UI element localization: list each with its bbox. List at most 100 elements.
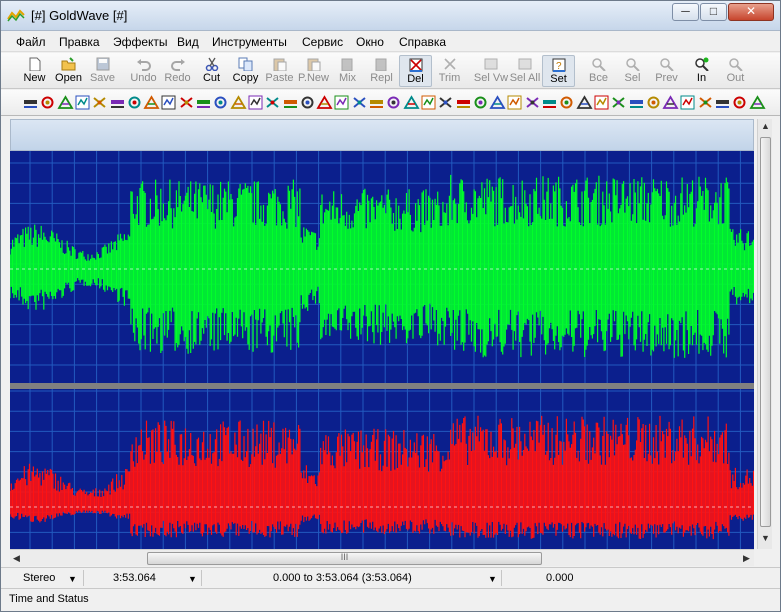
fade-out-icon[interactable] — [126, 94, 143, 111]
spectrum-filter-icon[interactable] — [368, 94, 385, 111]
playback-rate-icon[interactable] — [282, 94, 299, 111]
toolbar-button-label: Paste — [265, 72, 294, 84]
marker-icon[interactable] — [645, 94, 662, 111]
menu-help[interactable]: Справка — [399, 35, 446, 49]
channels-status[interactable]: Stereo — [23, 572, 55, 584]
pop-click-icon[interactable] — [506, 94, 523, 111]
toolbar-sel-vw-button[interactable]: Sel Vw — [473, 55, 509, 87]
selection-dropdown-icon[interactable]: ▼ — [488, 574, 497, 584]
horizontal-scrollbar[interactable]: ◀ III ▶ — [10, 549, 754, 566]
toolbar-paste-button[interactable]: Paste — [263, 55, 296, 87]
interpolate-icon[interactable] — [178, 94, 195, 111]
toolbar-все-button[interactable]: Все — [582, 55, 615, 87]
stereo-icon[interactable] — [679, 94, 696, 111]
scroll-up-arrow[interactable]: ▲ — [761, 121, 770, 131]
cue-icon[interactable] — [628, 94, 645, 111]
overview-bar[interactable] — [10, 119, 754, 151]
menu-edit[interactable]: Правка — [59, 35, 100, 49]
filter-icon[interactable] — [143, 94, 160, 111]
toolbar-redo-button[interactable]: Redo — [161, 55, 194, 87]
envelope-icon[interactable] — [74, 94, 91, 111]
minimize-button[interactable]: ─ — [672, 3, 699, 21]
play-hz-icon[interactable] — [749, 94, 766, 111]
menu-view[interactable]: Вид — [177, 35, 199, 49]
noise-reduction-icon[interactable] — [489, 94, 506, 111]
toolbar-sel-button[interactable]: Sel — [616, 55, 649, 87]
waveform-display[interactable] — [10, 151, 754, 549]
voice-icon[interactable] — [662, 94, 679, 111]
diamond-icon[interactable] — [731, 94, 748, 111]
toolbar-out-button[interactable]: Out — [719, 55, 752, 87]
reverb-icon[interactable] — [316, 94, 333, 111]
expand-icon[interactable] — [91, 94, 108, 111]
echo-icon[interactable] — [57, 94, 74, 111]
compressor-icon[interactable] — [455, 94, 472, 111]
invert-icon[interactable] — [195, 94, 212, 111]
reverse-icon[interactable] — [333, 94, 350, 111]
channel-mix-icon[interactable] — [524, 94, 541, 111]
equalizer-icon[interactable] — [472, 94, 489, 111]
menu-tools[interactable]: Инструменты — [212, 35, 287, 49]
scroll-down-arrow[interactable]: ▼ — [761, 533, 770, 543]
maximize-button[interactable]: □ — [700, 3, 727, 21]
length-status[interactable]: 3:53.064 — [113, 572, 156, 584]
horizontal-scroll-thumb[interactable]: III — [147, 552, 542, 565]
pan-icon[interactable] — [247, 94, 264, 111]
toolbar-copy-button[interactable]: Copy — [229, 55, 262, 87]
paste-new-icon — [307, 58, 320, 71]
toolbar-trim-button[interactable]: Trim — [433, 55, 466, 87]
menu-file[interactable]: Файл — [16, 35, 46, 49]
volume-change-icon[interactable] — [403, 94, 420, 111]
volume-shape-icon[interactable] — [420, 94, 437, 111]
toolbar-save-button[interactable]: Save — [86, 55, 119, 87]
close-button[interactable]: ✕ — [728, 3, 774, 21]
no-icon[interactable] — [714, 94, 731, 111]
toolbar-prev-button[interactable]: Prev — [650, 55, 683, 87]
mute-icon[interactable] — [541, 94, 558, 111]
menu-effects[interactable]: Эффекты — [113, 35, 168, 49]
offset-icon[interactable] — [230, 94, 247, 111]
vertical-scroll-thumb[interactable] — [760, 137, 771, 527]
toolbar-undo-button[interactable]: Undo — [127, 55, 160, 87]
trim-icon — [443, 58, 456, 70]
loop-icon[interactable] — [610, 94, 627, 111]
length-dropdown-icon[interactable]: ▼ — [188, 574, 197, 584]
channels-dropdown-icon[interactable]: ▼ — [68, 574, 77, 584]
title-bar[interactable]: [#] GoldWave [#] ─ □ ✕ — [1, 1, 780, 31]
channel-separator[interactable] — [10, 383, 754, 389]
position-status: 0.000 — [546, 572, 574, 584]
scroll-left-arrow[interactable]: ◀ — [13, 553, 20, 564]
time-warp-icon[interactable] — [385, 94, 402, 111]
toolbar-set-button[interactable]: ? Set — [542, 55, 575, 87]
maximize-icon[interactable] — [576, 94, 593, 111]
silence-icon[interactable] — [351, 94, 368, 111]
matcher-icon[interactable] — [558, 94, 575, 111]
vertical-scrollbar[interactable]: ▲ ▼ — [757, 119, 772, 549]
flanger-icon[interactable] — [160, 94, 177, 111]
scroll-right-arrow[interactable]: ▶ — [743, 553, 750, 564]
normalize-icon[interactable] — [593, 94, 610, 111]
toolbar-in-button[interactable]: In — [685, 55, 718, 87]
toolbar-mix-button[interactable]: Mix — [331, 55, 364, 87]
menu-window[interactable]: Окно — [356, 35, 384, 49]
toolbar-sel-all-button[interactable]: Sel All — [507, 55, 543, 87]
toolbar-new-button[interactable]: New — [18, 55, 51, 87]
menu-options[interactable]: Сервис — [302, 35, 343, 49]
dc-offset-icon[interactable] — [22, 94, 39, 111]
toolbar-open-button[interactable]: Open — [52, 55, 85, 87]
toolbar-button-label: Open — [55, 72, 82, 84]
pitch-icon[interactable] — [264, 94, 281, 111]
toolbar-repl-button[interactable]: Repl — [365, 55, 398, 87]
selection-status[interactable]: 0.000 to 3:53.064 (3:53.064) — [273, 572, 412, 584]
waveform-canvas[interactable] — [10, 151, 754, 549]
doppler-icon[interactable] — [39, 94, 56, 111]
mechanize-icon[interactable] — [212, 94, 229, 111]
fade-in-icon[interactable] — [109, 94, 126, 111]
toolbar-del-button[interactable]: Del — [399, 55, 432, 87]
toolbar-cut-button[interactable]: Cut — [195, 55, 228, 87]
resample-icon[interactable] — [299, 94, 316, 111]
auto-gain-icon[interactable] — [437, 94, 454, 111]
toolbar-p-new-button[interactable]: P.New — [297, 55, 330, 87]
undo-icon — [136, 59, 151, 71]
mono-icon[interactable] — [697, 94, 714, 111]
